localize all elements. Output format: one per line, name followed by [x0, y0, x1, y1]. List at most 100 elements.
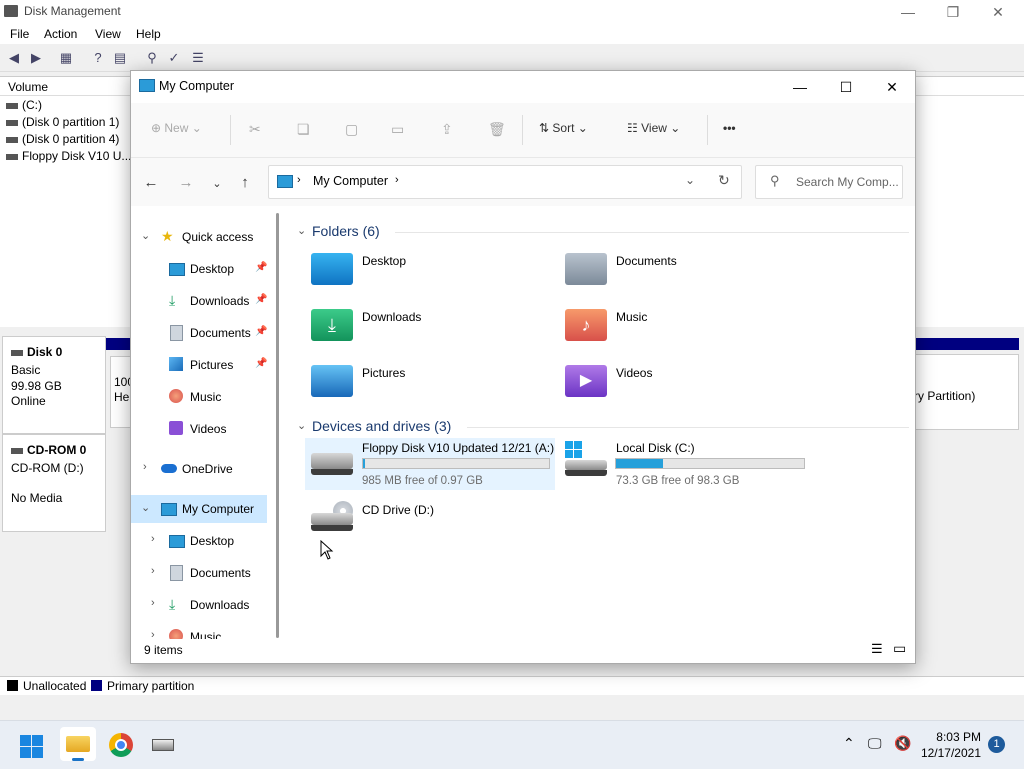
- rename-icon[interactable]: ▭: [391, 121, 404, 138]
- folder-downloads[interactable]: ⤓ Downloads: [311, 307, 551, 355]
- volume-row[interactable]: (Disk 0 partition 1): [6, 115, 119, 129]
- list-view-icon[interactable]: ▤: [112, 50, 128, 66]
- nav-qa-music[interactable]: Music: [131, 383, 267, 411]
- partition-box[interactable]: ry Partition): [914, 354, 1019, 430]
- nav-mc-downloads[interactable]: › ⤓ Downloads: [131, 591, 267, 619]
- delete-icon[interactable]: 🗑: [488, 121, 506, 138]
- drive-cd-d[interactable]: CD Drive (D:): [311, 499, 551, 543]
- volume-row[interactable]: (C:): [6, 98, 42, 112]
- properties-icon[interactable]: ▦: [58, 50, 74, 66]
- menu-file[interactable]: File: [10, 27, 29, 41]
- folder-music[interactable]: ♪ Music: [565, 307, 805, 355]
- copy-icon[interactable]: ❏: [297, 121, 310, 138]
- folder-videos[interactable]: ▶ Videos: [565, 363, 805, 411]
- forward-arrow-icon[interactable]: ▶: [28, 50, 44, 66]
- address-dropdown-icon[interactable]: ⌄: [685, 173, 695, 187]
- help-icon[interactable]: ?: [90, 50, 106, 66]
- music-icon: [169, 629, 183, 639]
- restore-icon[interactable]: ❐: [938, 2, 968, 22]
- chevron-down-icon[interactable]: ⌄: [297, 224, 306, 237]
- computer-icon: [277, 175, 293, 188]
- partition-legend: Unallocated Primary partition: [0, 676, 1024, 695]
- nav-scrollbar[interactable]: [276, 213, 279, 638]
- volume-muted-icon[interactable]: 🔇: [894, 735, 911, 752]
- close-icon[interactable]: ✕: [869, 75, 915, 99]
- chevron-right-icon: ›: [151, 565, 155, 577]
- devices-section-header[interactable]: Devices and drives (3): [312, 418, 451, 434]
- taskbar: ⌃ 🖵 🔇 8:03 PM 12/17/2021: [0, 720, 1024, 769]
- back-arrow-icon[interactable]: ←: [141, 174, 161, 191]
- connect-icon[interactable]: ⚲: [144, 50, 160, 66]
- nav-qa-pictures[interactable]: Pictures 📌: [131, 351, 267, 379]
- large-icons-view-icon[interactable]: ▭: [893, 640, 906, 657]
- minimize-icon[interactable]: —: [777, 75, 823, 99]
- close-icon[interactable]: ✕: [983, 2, 1013, 22]
- recent-locations-icon[interactable]: ⌄: [207, 177, 227, 190]
- nav-my-computer[interactable]: ⌄ My Computer: [131, 495, 267, 523]
- paste-icon[interactable]: ▢: [345, 121, 358, 138]
- details-view-icon[interactable]: ☰: [871, 641, 883, 657]
- music-icon: [169, 389, 183, 403]
- check-icon[interactable]: ✓: [166, 50, 182, 66]
- chevron-up-icon[interactable]: ⌃: [843, 735, 855, 752]
- chevron-down-icon[interactable]: ⌄: [297, 419, 306, 432]
- network-icon[interactable]: 🖵: [868, 735, 882, 752]
- back-arrow-icon[interactable]: ◀: [6, 50, 22, 66]
- nav-mc-documents[interactable]: › Documents: [131, 559, 267, 587]
- view-button[interactable]: ☷ View ⌄: [627, 121, 680, 135]
- clock-date[interactable]: 12/17/2021: [912, 746, 981, 760]
- pin-icon: 📌: [255, 326, 268, 337]
- star-icon: ★: [161, 228, 174, 244]
- new-button[interactable]: ⊕ New ⌄: [151, 121, 202, 135]
- share-icon[interactable]: ⇪: [441, 121, 453, 138]
- see-more-button[interactable]: •••: [723, 121, 736, 135]
- explorer-window: My Computer — ☐ ✕ ⊕ New ⌄ ✂ ❏ ▢ ▭ ⇪ 🗑 ⇅ …: [130, 70, 916, 664]
- nav-mc-desktop[interactable]: › Desktop: [131, 527, 267, 555]
- sort-button[interactable]: ⇅ Sort ⌄: [539, 121, 588, 135]
- nav-qa-desktop[interactable]: Desktop 📌: [131, 255, 267, 283]
- address-text: My Computer: [313, 174, 389, 188]
- settings-icon[interactable]: ☰: [190, 50, 206, 66]
- folder-pictures[interactable]: Pictures: [311, 363, 551, 411]
- volume-row[interactable]: Floppy Disk V10 U...: [6, 149, 131, 163]
- minimize-icon[interactable]: —: [893, 2, 923, 22]
- folder-desktop[interactable]: Desktop: [311, 251, 551, 299]
- partition-box[interactable]: 100 He: [110, 356, 134, 428]
- pictures-folder-icon: [311, 365, 353, 397]
- search-box[interactable]: ⚲ Search My Comp...: [755, 165, 903, 199]
- folder-documents[interactable]: Documents: [565, 251, 805, 299]
- menu-action[interactable]: Action: [44, 27, 77, 41]
- computer-icon: [139, 79, 155, 92]
- refresh-icon[interactable]: ↻: [718, 172, 730, 189]
- nav-qa-documents[interactable]: Documents 📌: [131, 319, 267, 347]
- drive-floppy-a[interactable]: Floppy Disk V10 Updated 12/21 (A:) 985 M…: [305, 438, 555, 490]
- explorer-title: My Computer: [159, 79, 235, 93]
- cdrom-0-label[interactable]: CD-ROM 0 CD-ROM (D:) No Media: [2, 434, 106, 532]
- start-button[interactable]: [16, 729, 48, 761]
- drive-local-c[interactable]: Local Disk (C:) 73.3 GB free of 98.3 GB: [565, 438, 815, 490]
- maximize-icon[interactable]: ☐: [823, 75, 869, 99]
- document-icon: [170, 565, 183, 581]
- volume-row[interactable]: (Disk 0 partition 4): [6, 132, 119, 146]
- chevron-right-icon: ›: [143, 461, 147, 473]
- folders-section-header[interactable]: Folders (6): [312, 223, 380, 239]
- disk-0-label[interactable]: Disk 0 Basic 99.98 GB Online: [2, 336, 106, 434]
- menu-view[interactable]: View: [95, 27, 121, 41]
- clock-time[interactable]: 8:03 PM: [912, 730, 981, 744]
- nav-mc-music[interactable]: › Music: [131, 623, 267, 639]
- nav-onedrive[interactable]: › OneDrive: [131, 455, 267, 483]
- up-arrow-icon[interactable]: ↑: [235, 174, 255, 191]
- chrome-icon[interactable]: [109, 733, 133, 757]
- disk-management-taskbar-icon[interactable]: [152, 735, 174, 755]
- nav-qa-downloads[interactable]: ⤓ Downloads 📌: [131, 287, 267, 315]
- menu-help[interactable]: Help: [136, 27, 161, 41]
- address-bar[interactable]: › My Computer › ⌄ ↻: [268, 165, 742, 199]
- forward-arrow-icon[interactable]: →: [176, 174, 196, 191]
- pin-icon: 📌: [255, 262, 268, 273]
- cut-icon[interactable]: ✂: [249, 121, 261, 138]
- notification-badge[interactable]: 1: [988, 736, 1005, 753]
- nav-qa-videos[interactable]: Videos: [131, 415, 267, 443]
- usage-bar-fill: [363, 459, 365, 468]
- nav-quick-access[interactable]: ⌄ ★ Quick access: [131, 223, 267, 251]
- file-explorer-taskbar-button[interactable]: [60, 727, 96, 761]
